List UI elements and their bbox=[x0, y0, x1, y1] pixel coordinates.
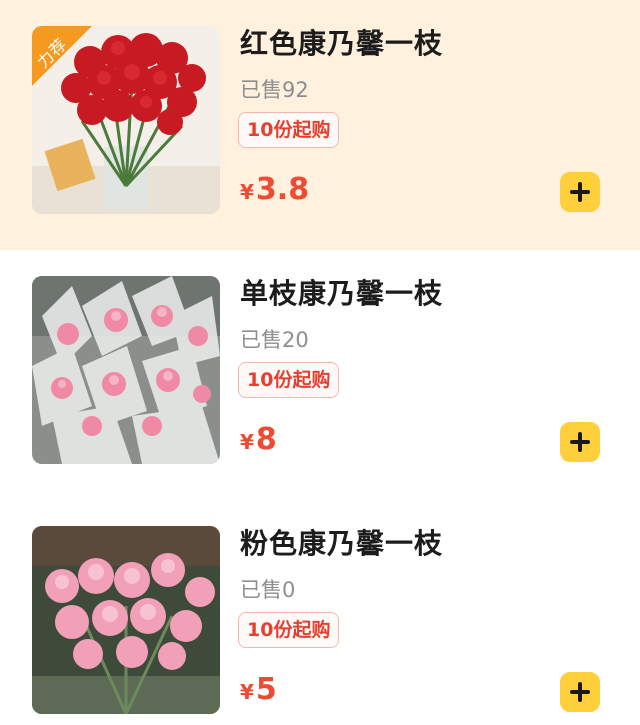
add-to-cart-button[interactable] bbox=[560, 172, 600, 212]
product-title: 粉色康乃馨一枝 bbox=[240, 527, 444, 560]
product-item[interactable]: 单枝康乃馨一枝 已售20 10份起购 ¥8 bbox=[0, 250, 640, 500]
product-title: 单枝康乃馨一枝 bbox=[240, 277, 444, 310]
product-price: ¥5 bbox=[240, 672, 277, 707]
min-order-tag: 10份起购 bbox=[238, 612, 340, 648]
product-item[interactable]: 力荐 红色康乃馨一枝 已售92 10份起购 ¥3.8 bbox=[0, 0, 640, 250]
sold-count: 已售20 bbox=[240, 328, 309, 352]
wrapped-carnation-photo bbox=[32, 276, 220, 464]
recommend-badge: 力荐 bbox=[32, 26, 92, 86]
min-order-tag: 10份起购 bbox=[238, 112, 340, 148]
product-image[interactable] bbox=[32, 276, 220, 464]
product-item[interactable]: 粉色康乃馨一枝 已售0 10份起购 ¥5 bbox=[0, 500, 640, 725]
product-list: 力荐 红色康乃馨一枝 已售92 10份起购 ¥3.8 单枝康乃馨一枝 已售20 … bbox=[0, 0, 640, 725]
product-image[interactable] bbox=[32, 526, 220, 714]
add-to-cart-button[interactable] bbox=[560, 422, 600, 462]
currency-symbol: ¥ bbox=[240, 680, 254, 704]
product-image[interactable]: 力荐 bbox=[32, 26, 220, 214]
product-price: ¥8 bbox=[240, 422, 277, 457]
min-order-tag: 10份起购 bbox=[238, 362, 340, 398]
product-price: ¥3.8 bbox=[240, 172, 309, 207]
sold-count: 已售0 bbox=[240, 578, 296, 602]
currency-symbol: ¥ bbox=[240, 430, 254, 454]
add-to-cart-button[interactable] bbox=[560, 672, 600, 712]
product-title: 红色康乃馨一枝 bbox=[240, 27, 444, 60]
price-amount: 3.8 bbox=[255, 172, 310, 207]
price-amount: 5 bbox=[255, 672, 277, 707]
pink-carnation-photo bbox=[32, 526, 220, 714]
price-amount: 8 bbox=[255, 422, 277, 457]
currency-symbol: ¥ bbox=[240, 180, 254, 204]
sold-count: 已售92 bbox=[240, 78, 309, 102]
